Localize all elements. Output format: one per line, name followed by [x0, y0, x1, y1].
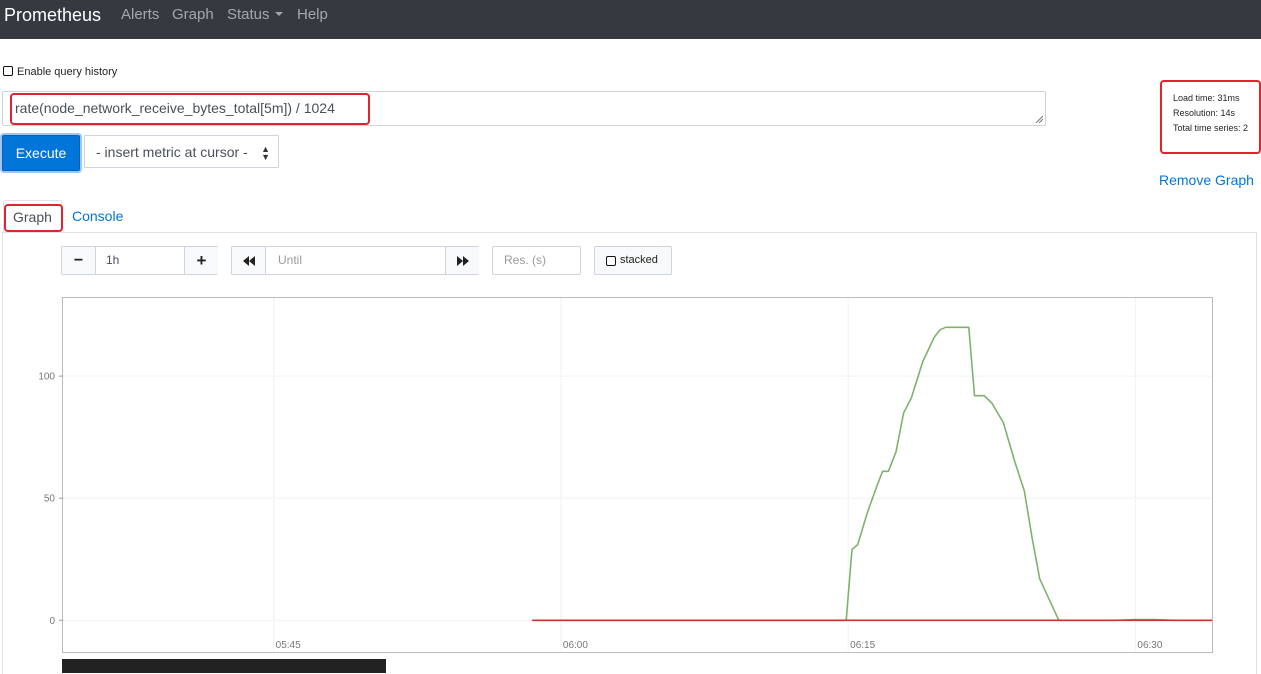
nav-help[interactable]: Help	[297, 6, 328, 23]
select-arrows-icon: ▲ ▼	[261, 144, 270, 162]
load-time: Load time: 31ms	[1173, 93, 1240, 103]
end-time-control: Until	[231, 246, 479, 275]
increase-range-button[interactable]: +	[184, 247, 218, 274]
range-control: − 1h +	[61, 246, 218, 275]
legend-redacted-bar	[62, 659, 386, 673]
remove-graph-link[interactable]: Remove Graph	[1159, 172, 1254, 188]
forward-icon	[456, 256, 469, 266]
chart-area	[62, 297, 1213, 653]
nav-alerts[interactable]: Alerts	[121, 6, 159, 23]
insert-metric-select[interactable]: - insert metric at cursor - ▲ ▼	[84, 135, 279, 168]
highlight-query	[10, 93, 370, 125]
backward-icon	[242, 256, 255, 266]
resolution: Resolution: 14s	[1173, 108, 1236, 118]
resolution-placeholder: Res. (s)	[504, 253, 546, 267]
highlight-graph-tab	[4, 204, 63, 232]
query-history-checkbox[interactable]	[3, 66, 13, 76]
stacked-toggle[interactable]: stacked	[594, 246, 672, 275]
brand-logo[interactable]: Prometheus	[4, 5, 101, 26]
forward-button[interactable]	[445, 247, 479, 274]
query-history-label: Enable query history	[17, 66, 118, 78]
nav-status-label: Status	[227, 6, 270, 23]
resize-handle-icon[interactable]	[1035, 115, 1043, 123]
tab-console[interactable]: Console	[72, 208, 123, 224]
nav-graph[interactable]: Graph	[172, 6, 214, 23]
total-time-series: Total time series: 2	[1173, 123, 1249, 133]
chevron-down-icon	[274, 12, 283, 16]
nav-status[interactable]: Status	[227, 6, 283, 23]
stacked-checkbox	[606, 256, 616, 266]
decrease-range-button[interactable]: −	[62, 247, 96, 274]
until-input[interactable]: Until	[278, 247, 302, 274]
execute-button[interactable]: Execute	[2, 135, 80, 171]
stacked-label: stacked	[620, 254, 658, 266]
top-navbar: Prometheus Alerts Graph Status Help	[0, 0, 1261, 39]
insert-metric-value: - insert metric at cursor -	[96, 144, 248, 160]
backward-button[interactable]	[232, 247, 266, 274]
resolution-input[interactable]: Res. (s)	[492, 246, 581, 275]
range-input[interactable]: 1h	[106, 247, 119, 274]
